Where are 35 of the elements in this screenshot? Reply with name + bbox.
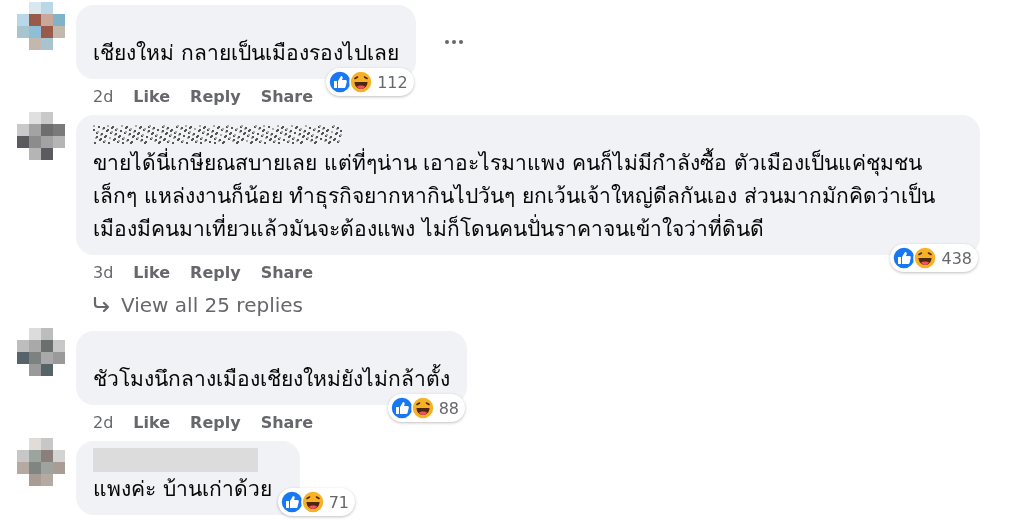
comment-text: ชัวโมงนึกลางเมืองเชียงใหม่ยังไม่กล้าตั้ง	[93, 363, 450, 396]
comment-action-link[interactable]: Reply	[190, 262, 241, 282]
reaction-count: 71	[328, 492, 350, 512]
reaction-summary[interactable]: 112	[326, 68, 414, 96]
comment-action-link[interactable]: Like	[133, 86, 171, 106]
more-options-icon[interactable]	[443, 39, 464, 45]
comment-action-link[interactable]: Reply	[190, 412, 241, 432]
comment-text: ขายได้นี่เกษียณสบายเลย แต่ที่ๆน่าน เอาอะไรมาแพง คนก็ไม่มีกำลังซื้อ ตัวเมืองเป็นแค่ชุมชนเล็กๆ แหล่งงานก็น้อย ทำธุรกิจยากหากินไปวันๆ ยกเว้นเจ้าใหญ่ดีลกันเอง ส่วนมากมักคิดว่าเป็นเมืองมีคนมาเที่ยวแล้วมันจะต้องแพง ไม่ก็โดนคนปั่นราคาจนเข้าใจว่าที่ดินดี	[93, 147, 963, 246]
laughing-face-icon	[410, 396, 435, 420]
like-icon	[328, 70, 353, 94]
like-icon	[389, 396, 414, 420]
laughing-face-icon	[300, 490, 325, 514]
comment-text: แพงค่ะ บ้านเก่าด้วย	[93, 476, 272, 503]
comment-action-link[interactable]: Like	[133, 262, 171, 282]
comment-action-link[interactable]: Share	[260, 412, 314, 432]
reaction-count: 438	[941, 248, 972, 268]
laughing-face-icon	[913, 246, 938, 270]
comment-action-link[interactable]: Share	[260, 86, 314, 106]
reaction-count: 112	[377, 72, 408, 92]
reaction-summary[interactable]: 71	[277, 488, 356, 516]
laughing-face-icon	[349, 70, 374, 94]
view-replies-link[interactable]: View all 25 replies	[121, 293, 303, 317]
comment-time[interactable]: 3d	[93, 262, 114, 282]
comment-text: เชียงใหม่ กลายเป็นเมืองรองไปเลย	[93, 38, 399, 67]
like-icon	[279, 490, 304, 514]
like-icon	[892, 246, 917, 270]
comment-action-link[interactable]: Share	[260, 262, 314, 282]
comment-time[interactable]: 2d	[93, 412, 114, 432]
comment-action-link[interactable]: Reply	[190, 86, 241, 106]
reaction-summary[interactable]: 88	[387, 394, 465, 422]
reply-arrow-icon	[93, 297, 111, 313]
reaction-count: 88	[438, 398, 459, 418]
reaction-summary[interactable]: 438	[890, 244, 978, 272]
comment-action-link[interactable]: Like	[133, 412, 171, 432]
comment-time[interactable]: 2d	[93, 86, 114, 106]
